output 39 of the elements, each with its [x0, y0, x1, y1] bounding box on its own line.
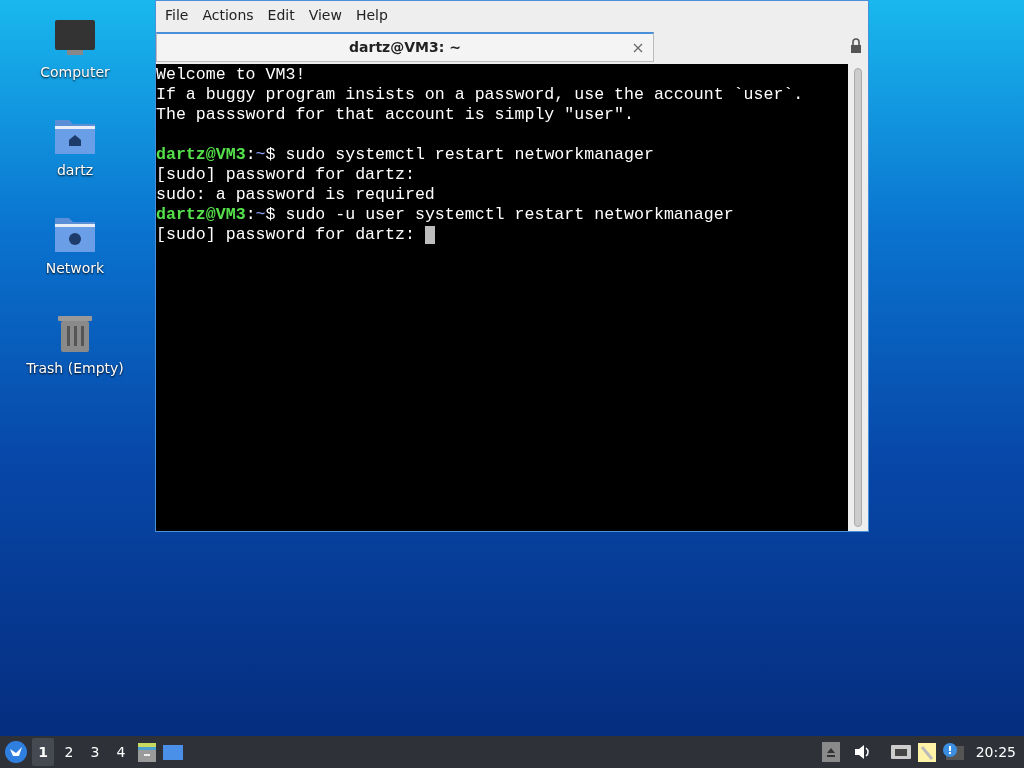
- monitor-icon: [53, 18, 97, 58]
- alert-icon[interactable]: [941, 742, 964, 762]
- prompt-user-host: dartz@VM3: [156, 205, 246, 224]
- notes-icon[interactable]: [915, 741, 938, 763]
- prompt-path: ~: [255, 145, 266, 164]
- prompt-separator: :: [245, 145, 256, 164]
- eject-icon[interactable]: [821, 742, 840, 762]
- output-text: If a buggy program insists on a password, use the account `user`.: [156, 85, 804, 105]
- terminal-tab[interactable]: dartz@VM3: ~: [156, 32, 654, 62]
- workspace-button[interactable]: 3: [84, 738, 106, 766]
- output-text: The passsword for that account is simply "user".: [156, 105, 634, 125]
- menu-item[interactable]: View: [301, 5, 349, 26]
- prompt-symbol: $: [265, 205, 276, 224]
- desktop-icon-label[interactable]: dartz: [56, 160, 94, 181]
- command-text: sudo systemctl restart networkmanager: [285, 145, 654, 164]
- workspace-button[interactable]: 4: [110, 738, 132, 766]
- ethernet-icon[interactable]: [889, 742, 912, 762]
- command-text: sudo -u user systemctl restart networkmanager: [285, 205, 734, 224]
- menu-item[interactable]: File: [158, 5, 196, 26]
- file-cabinet-icon[interactable]: [136, 741, 158, 763]
- lock-icon[interactable]: [850, 38, 862, 54]
- close-icon[interactable]: [633, 43, 643, 53]
- prompt-path: ~: [255, 205, 266, 224]
- clock-text[interactable]: 20:25: [975, 741, 1016, 763]
- prompt-separator: :: [245, 205, 256, 224]
- prompt-symbol: $: [265, 145, 276, 164]
- menu-item[interactable]: Actions: [195, 5, 261, 26]
- tab-title: dartz@VM3: ~: [349, 38, 461, 57]
- workspace-button[interactable]: 2: [58, 738, 80, 766]
- output-text: [sudo] password for dartz:: [156, 165, 415, 185]
- output-text: [sudo] password for dartz:: [156, 225, 415, 245]
- output-text: Welcome to VM3!: [156, 65, 306, 85]
- menu-item[interactable]: Help: [348, 5, 395, 26]
- prompt-user-host: dartz@VM3: [156, 145, 246, 164]
- menu-item[interactable]: Edit: [260, 5, 302, 26]
- desktop-icon-label[interactable]: Network: [45, 258, 105, 279]
- output-text: sudo: a password is required: [156, 185, 435, 205]
- desktop-icon-label[interactable]: Trash (Empty): [26, 358, 124, 379]
- workspace-button[interactable]: 1: [32, 738, 54, 766]
